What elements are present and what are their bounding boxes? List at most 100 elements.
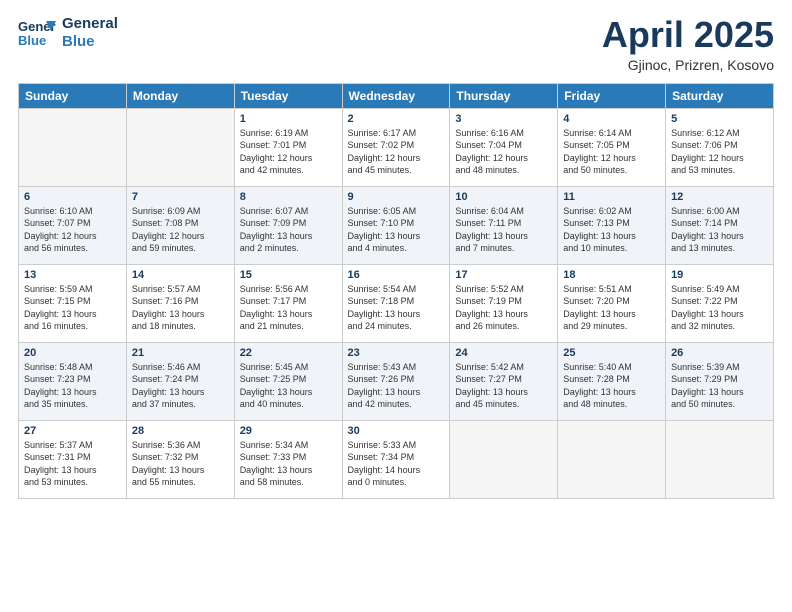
calendar-cell bbox=[666, 420, 774, 498]
calendar-cell: 25 Sunrise: 5:40 AM Sunset: 7:28 PM Dayli… bbox=[558, 342, 666, 420]
day-number: 27 bbox=[24, 425, 121, 437]
weekday-header-wednesday: Wednesday bbox=[342, 83, 450, 108]
day-info: Sunrise: 6:02 AM Sunset: 7:13 PM Dayligh… bbox=[563, 205, 660, 255]
day-number: 18 bbox=[563, 269, 660, 281]
day-number: 25 bbox=[563, 347, 660, 359]
day-info: Sunrise: 6:07 AM Sunset: 7:09 PM Dayligh… bbox=[240, 205, 337, 255]
week-row-2: 6Sunrise: 6:10 AM Sunset: 7:07 PM Daylig… bbox=[19, 186, 774, 264]
logo: General Blue General Blue bbox=[18, 15, 118, 51]
day-number: 14 bbox=[132, 269, 229, 281]
calendar-cell: 23Sunrise: 5:43 AM Sunset: 7:26 PM Dayli… bbox=[342, 342, 450, 420]
weekday-header-monday: Monday bbox=[126, 83, 234, 108]
calendar-cell: 10 Sunrise: 6:04 AM Sunset: 7:11 PM Dayli… bbox=[450, 186, 558, 264]
calendar-cell: 22Sunrise: 5:45 AM Sunset: 7:25 PM Dayli… bbox=[234, 342, 342, 420]
day-info: Sunrise: 6:16 AM Sunset: 7:04 PM Dayligh… bbox=[455, 127, 552, 177]
day-number: 8 bbox=[240, 191, 337, 203]
calendar-cell: 1Sunrise: 6:19 AM Sunset: 7:01 PM Daylig… bbox=[234, 108, 342, 186]
day-number: 9 bbox=[348, 191, 445, 203]
day-info: Sunrise: 5:43 AM Sunset: 7:26 PM Dayligh… bbox=[348, 361, 445, 411]
weekday-header-thursday: Thursday bbox=[450, 83, 558, 108]
day-info: Sunrise: 5:34 AM Sunset: 7:33 PM Dayligh… bbox=[240, 439, 337, 489]
calendar-cell bbox=[558, 420, 666, 498]
day-info: Sunrise: 5:33 AM Sunset: 7:34 PM Dayligh… bbox=[348, 439, 445, 489]
calendar-cell: 12 Sunrise: 6:00 AM Sunset: 7:14 PM Dayli… bbox=[666, 186, 774, 264]
day-number: 20 bbox=[24, 347, 121, 359]
calendar-cell: 16 Sunrise: 5:54 AM Sunset: 7:18 PM Dayli… bbox=[342, 264, 450, 342]
month-title: April 2025 bbox=[602, 15, 774, 55]
day-info: Sunrise: 5:37 AM Sunset: 7:31 PM Dayligh… bbox=[24, 439, 121, 489]
calendar-cell bbox=[450, 420, 558, 498]
day-number: 3 bbox=[455, 113, 552, 125]
calendar-cell: 19 Sunrise: 5:49 AM Sunset: 7:22 PM Dayli… bbox=[666, 264, 774, 342]
day-number: 5 bbox=[671, 113, 768, 125]
calendar-cell: 7 Sunrise: 6:09 AM Sunset: 7:08 PM Daylig… bbox=[126, 186, 234, 264]
logo-text-general: General bbox=[62, 15, 118, 33]
day-info: Sunrise: 5:40 AM Sunset: 7:28 PM Dayligh… bbox=[563, 361, 660, 411]
calendar-cell: 18 Sunrise: 5:51 AM Sunset: 7:20 PM Dayli… bbox=[558, 264, 666, 342]
day-info: Sunrise: 5:49 AM Sunset: 7:22 PM Dayligh… bbox=[671, 283, 768, 333]
day-number: 11 bbox=[563, 191, 660, 203]
calendar-cell: 14 Sunrise: 5:57 AM Sunset: 7:16 PM Dayli… bbox=[126, 264, 234, 342]
day-number: 30 bbox=[348, 425, 445, 437]
location: Gjinoc, Prizren, Kosovo bbox=[602, 57, 774, 73]
calendar-cell: 30 Sunrise: 5:33 AM Sunset: 7:34 PM Dayli… bbox=[342, 420, 450, 498]
calendar-cell: 3 Sunrise: 6:16 AM Sunset: 7:04 PM Daylig… bbox=[450, 108, 558, 186]
day-number: 15 bbox=[240, 269, 337, 281]
day-info: Sunrise: 5:52 AM Sunset: 7:19 PM Dayligh… bbox=[455, 283, 552, 333]
weekday-header-sunday: Sunday bbox=[19, 83, 127, 108]
calendar-cell: 29Sunrise: 5:34 AM Sunset: 7:33 PM Dayli… bbox=[234, 420, 342, 498]
day-number: 4 bbox=[563, 113, 660, 125]
day-info: Sunrise: 5:59 AM Sunset: 7:15 PM Dayligh… bbox=[24, 283, 121, 333]
day-info: Sunrise: 6:05 AM Sunset: 7:10 PM Dayligh… bbox=[348, 205, 445, 255]
day-info: Sunrise: 6:19 AM Sunset: 7:01 PM Dayligh… bbox=[240, 127, 337, 177]
day-info: Sunrise: 5:48 AM Sunset: 7:23 PM Dayligh… bbox=[24, 361, 121, 411]
day-number: 19 bbox=[671, 269, 768, 281]
day-number: 13 bbox=[24, 269, 121, 281]
week-row-1: 1Sunrise: 6:19 AM Sunset: 7:01 PM Daylig… bbox=[19, 108, 774, 186]
weekday-header-row: SundayMondayTuesdayWednesdayThursdayFrid… bbox=[19, 83, 774, 108]
logo-icon: General Blue bbox=[18, 17, 56, 49]
day-info: Sunrise: 6:17 AM Sunset: 7:02 PM Dayligh… bbox=[348, 127, 445, 177]
day-number: 21 bbox=[132, 347, 229, 359]
calendar-cell: 21Sunrise: 5:46 AM Sunset: 7:24 PM Dayli… bbox=[126, 342, 234, 420]
day-number: 24 bbox=[455, 347, 552, 359]
day-number: 12 bbox=[671, 191, 768, 203]
week-row-5: 27 Sunrise: 5:37 AM Sunset: 7:31 PM Dayli… bbox=[19, 420, 774, 498]
calendar-cell: 26 Sunrise: 5:39 AM Sunset: 7:29 PM Dayli… bbox=[666, 342, 774, 420]
calendar-cell: 2 Sunrise: 6:17 AM Sunset: 7:02 PM Daylig… bbox=[342, 108, 450, 186]
day-info: Sunrise: 5:51 AM Sunset: 7:20 PM Dayligh… bbox=[563, 283, 660, 333]
calendar-cell: 24 Sunrise: 5:42 AM Sunset: 7:27 PM Dayli… bbox=[450, 342, 558, 420]
calendar-cell: 4 Sunrise: 6:14 AM Sunset: 7:05 PM Daylig… bbox=[558, 108, 666, 186]
day-info: Sunrise: 5:39 AM Sunset: 7:29 PM Dayligh… bbox=[671, 361, 768, 411]
calendar-cell: 5Sunrise: 6:12 AM Sunset: 7:06 PM Daylig… bbox=[666, 108, 774, 186]
calendar-cell bbox=[126, 108, 234, 186]
day-info: Sunrise: 6:09 AM Sunset: 7:08 PM Dayligh… bbox=[132, 205, 229, 255]
day-info: Sunrise: 5:57 AM Sunset: 7:16 PM Dayligh… bbox=[132, 283, 229, 333]
day-info: Sunrise: 5:54 AM Sunset: 7:18 PM Dayligh… bbox=[348, 283, 445, 333]
day-number: 2 bbox=[348, 113, 445, 125]
day-info: Sunrise: 6:04 AM Sunset: 7:11 PM Dayligh… bbox=[455, 205, 552, 255]
weekday-header-friday: Friday bbox=[558, 83, 666, 108]
day-number: 22 bbox=[240, 347, 337, 359]
calendar-cell: 15 Sunrise: 5:56 AM Sunset: 7:17 PM Dayli… bbox=[234, 264, 342, 342]
day-number: 10 bbox=[455, 191, 552, 203]
day-info: Sunrise: 6:14 AM Sunset: 7:05 PM Dayligh… bbox=[563, 127, 660, 177]
day-number: 17 bbox=[455, 269, 552, 281]
logo-text-blue: Blue bbox=[62, 33, 118, 51]
calendar-cell bbox=[19, 108, 127, 186]
day-info: Sunrise: 6:00 AM Sunset: 7:14 PM Dayligh… bbox=[671, 205, 768, 255]
day-info: Sunrise: 5:42 AM Sunset: 7:27 PM Dayligh… bbox=[455, 361, 552, 411]
day-number: 28 bbox=[132, 425, 229, 437]
calendar-table: SundayMondayTuesdayWednesdayThursdayFrid… bbox=[18, 83, 774, 499]
day-number: 16 bbox=[348, 269, 445, 281]
week-row-3: 13 Sunrise: 5:59 AM Sunset: 7:15 PM Dayli… bbox=[19, 264, 774, 342]
calendar-cell: 17 Sunrise: 5:52 AM Sunset: 7:19 PM Dayli… bbox=[450, 264, 558, 342]
header: General Blue General Blue April 2025 Gji… bbox=[18, 15, 774, 73]
day-number: 6 bbox=[24, 191, 121, 203]
calendar-cell: 13 Sunrise: 5:59 AM Sunset: 7:15 PM Dayli… bbox=[19, 264, 127, 342]
calendar-cell: 6Sunrise: 6:10 AM Sunset: 7:07 PM Daylig… bbox=[19, 186, 127, 264]
day-number: 7 bbox=[132, 191, 229, 203]
day-number: 26 bbox=[671, 347, 768, 359]
day-info: Sunrise: 5:56 AM Sunset: 7:17 PM Dayligh… bbox=[240, 283, 337, 333]
calendar-cell: 11 Sunrise: 6:02 AM Sunset: 7:13 PM Dayli… bbox=[558, 186, 666, 264]
